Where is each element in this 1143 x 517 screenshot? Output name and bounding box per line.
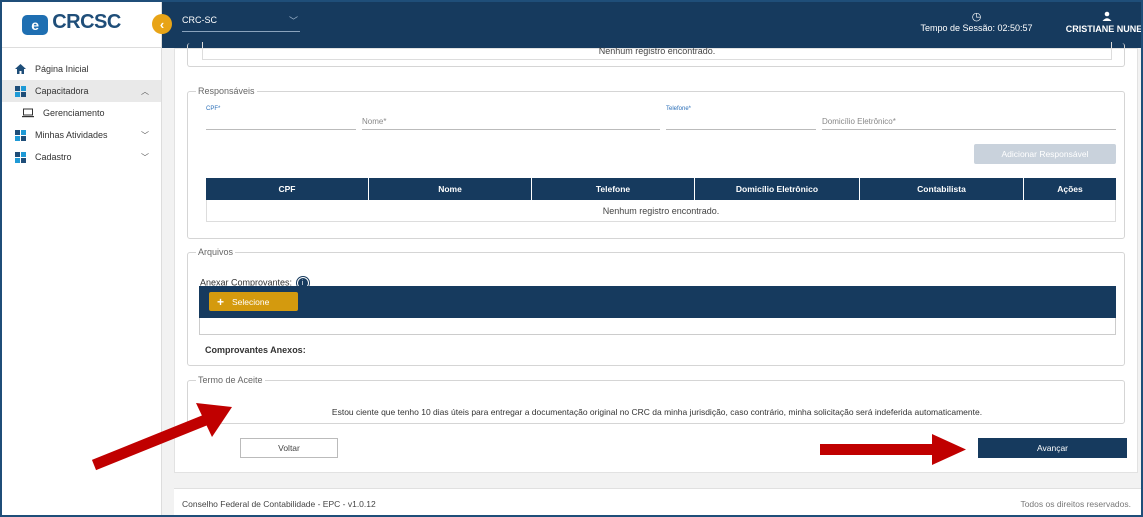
telefone-label: Telefone* [666, 106, 692, 112]
sidebar-item-gerenciamento[interactable]: Gerenciamento [2, 102, 161, 124]
user-name: CRISTIANE NUNES [1065, 24, 1143, 34]
column-header: Ações [1057, 184, 1083, 194]
user-menu[interactable]: CRISTIANE NUNES [1062, 11, 1143, 34]
app-frame: e CRCSC ‹ Página Inicial Capacitadora ︿ [0, 0, 1143, 517]
dashboard-icon [14, 151, 26, 163]
column-header[interactable]: CPF [206, 178, 369, 200]
column-header[interactable]: Nome [369, 178, 532, 200]
sidebar-item-pagina-inicial[interactable]: Página Inicial [2, 58, 161, 80]
chevron-left-icon: ‹ [159, 16, 165, 32]
logo-area: e CRCSC ‹ [2, 2, 172, 48]
sidebar-item-cadastro[interactable]: Cadastro ﹀ [2, 146, 161, 168]
table-header: CPF Nome Telefone Domicílio Eletrônico C… [206, 178, 1116, 200]
annotation-arrow-icon [91, 403, 232, 471]
responsaveis-section: Responsáveis CPF* Nome* Telefone* Domicí… [187, 86, 1125, 239]
dashboard-icon [14, 85, 26, 97]
home-icon [14, 63, 26, 75]
form-card: Nenhum registro encontrado. Responsáveis… [174, 42, 1138, 473]
dashboard-icon [14, 129, 26, 141]
upload-dropzone[interactable] [199, 318, 1116, 335]
column-header[interactable]: Domicílio Eletrônico [695, 178, 860, 200]
collapse-sidebar-button[interactable]: ‹ [152, 14, 172, 34]
sidebar-item-label: Minhas Atividades [35, 130, 108, 140]
sidebar-item-minhas-atividades[interactable]: Minhas Atividades ﹀ [2, 124, 161, 146]
responsaveis-table: CPF Nome Telefone Domicílio Eletrônico C… [206, 178, 1116, 222]
crc-logo: e CRCSC [22, 12, 121, 37]
termo-text: Estou ciente que tenho 10 dias úteis par… [331, 407, 983, 417]
logo-text: CRCSC [52, 11, 121, 33]
avancar-button[interactable]: Avançar [978, 438, 1127, 458]
sidebar-nav: Página Inicial Capacitadora ︿ Gerenciame… [2, 48, 161, 168]
chevron-down-icon: ﹀ [141, 130, 149, 140]
empty-message: Nenhum registro encontrado. [598, 45, 716, 56]
sidebar-item-label: Página Inicial [35, 64, 89, 74]
cpf-field[interactable]: CPF* [206, 106, 356, 130]
empty-row: Nenhum registro encontrado. [206, 200, 1116, 222]
empty-row: Nenhum registro encontrado. [202, 42, 1112, 60]
section-legend: Arquivos [196, 247, 236, 257]
laptop-icon [22, 107, 34, 119]
clock-icon: ◷ [971, 11, 982, 23]
add-responsavel-button[interactable]: Adicionar Responsável [974, 144, 1116, 164]
comprovantes-anexos-label: Comprovantes Anexos: [205, 345, 306, 355]
sidebar-item-label: Gerenciamento [43, 108, 105, 118]
session-timer: ◷ Tempo de Sessão: 02:50:57 [919, 11, 1034, 33]
nome-placeholder: Nome* [362, 117, 387, 126]
column-header[interactable]: Contabilista [860, 178, 1024, 200]
chevron-down-icon: ﹀ [288, 16, 298, 26]
selecione-button[interactable]: + Selecione [209, 292, 298, 311]
voltar-button[interactable]: Voltar [240, 438, 338, 458]
section-legend: Termo de Aceite [196, 375, 265, 385]
chevron-down-icon: ﹀ [141, 152, 149, 162]
telefone-field[interactable]: Telefone* [666, 106, 816, 130]
org-select-value: CRC-SC [182, 15, 217, 25]
nome-field[interactable]: Nome* [362, 106, 660, 130]
cpf-label: CPF* [206, 106, 221, 112]
sidebar-item-label: Cadastro [35, 152, 72, 162]
main-content: Nenhum registro encontrado. Responsáveis… [162, 42, 1141, 515]
footer-version: Conselho Federal de Contabilidade - EPC … [182, 499, 376, 509]
selecione-label: Selecione [232, 296, 270, 307]
plus-icon: + [217, 294, 225, 309]
chevron-up-icon: ︿ [141, 86, 149, 96]
annotation-arrow-icon [820, 434, 966, 465]
empty-message: Nenhum registro encontrado. [602, 205, 720, 216]
session-time-text: Tempo de Sessão: 02:50:57 [920, 23, 1033, 33]
domicilio-placeholder: Domicílio Eletrônico* [822, 117, 896, 126]
column-header[interactable]: Telefone [532, 178, 695, 200]
sidebar-item-label: Capacitadora [35, 86, 89, 96]
sidebar-item-capacitadora[interactable]: Capacitadora ︿ [2, 80, 161, 102]
termo-section: Termo de Aceite Estou ciente que tenho 1… [187, 375, 1125, 424]
upload-toolbar: + Selecione [199, 286, 1116, 318]
logo-mark-icon: e [22, 14, 49, 35]
section-legend: Responsáveis [196, 86, 257, 96]
footer: Conselho Federal de Contabilidade - EPC … [174, 488, 1141, 515]
user-icon [1062, 11, 1141, 24]
previous-section: Nenhum registro encontrado. [187, 42, 1125, 67]
org-select[interactable]: CRC-SC ﹀ [182, 12, 300, 32]
footer-rights: Todos os direitos reservados. [1020, 499, 1131, 509]
domicilio-field[interactable]: Domicílio Eletrônico* [822, 106, 1116, 130]
